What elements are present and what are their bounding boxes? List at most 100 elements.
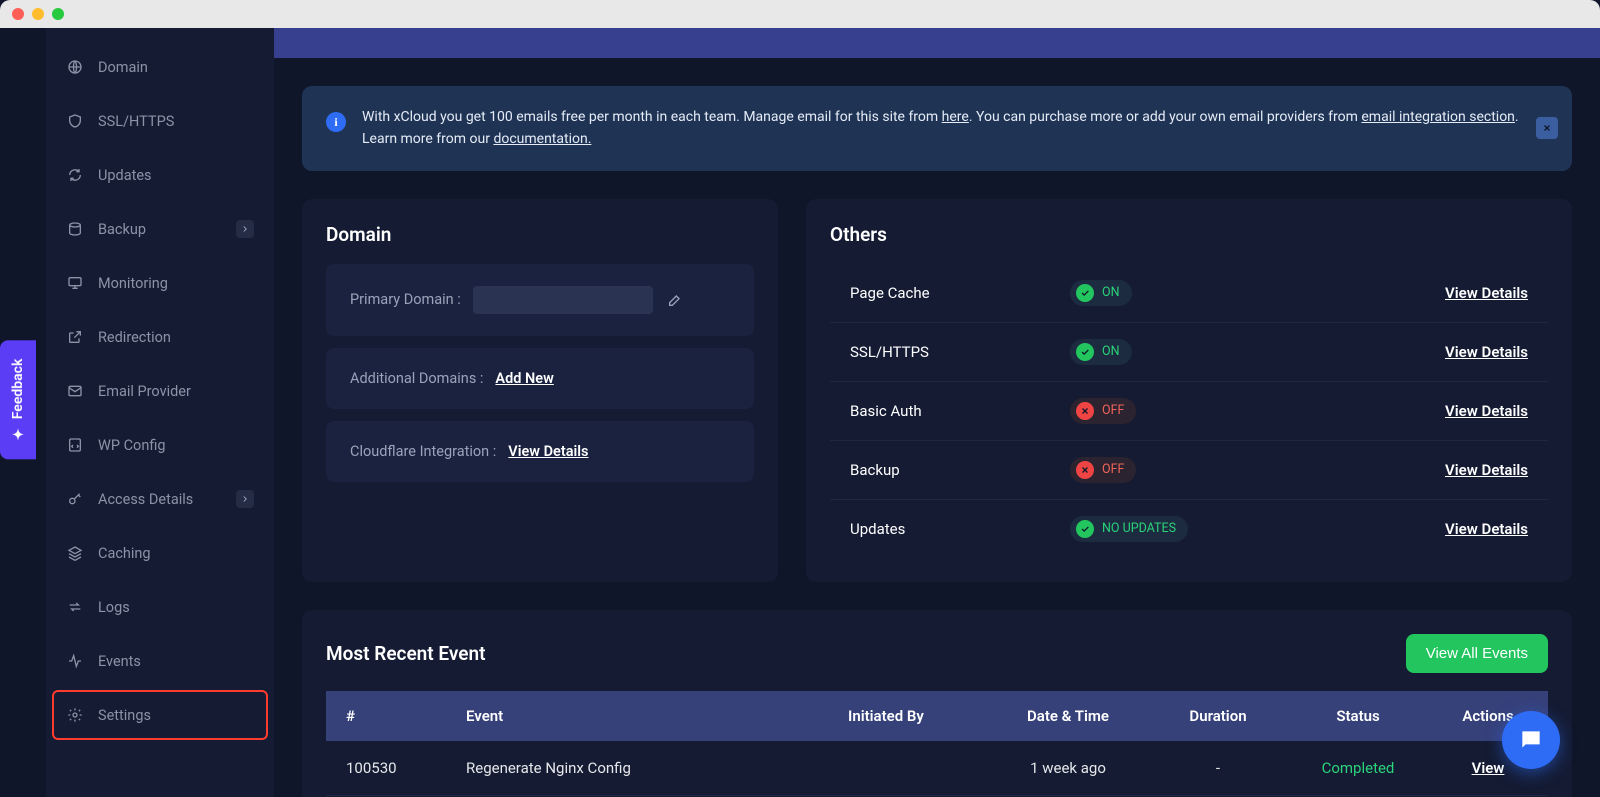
events-card: Most Recent Event View All Events # Even… [302, 610, 1572, 797]
sidebar-item-label: Access Details [98, 491, 193, 508]
main-content: With xCloud you get 100 emails free per … [274, 28, 1600, 797]
gear-icon [66, 706, 84, 724]
window-minimize-dot[interactable] [32, 8, 44, 20]
banner-link-integration[interactable]: email integration section [1361, 109, 1515, 125]
feedback-tab[interactable]: ✦ Feedback [0, 341, 36, 460]
chevron-right-icon [236, 490, 254, 508]
chat-icon [1518, 727, 1544, 753]
col-initiated-by: Initiated By [828, 691, 988, 741]
cell-duration: - [1148, 741, 1288, 796]
check-icon [1076, 284, 1094, 302]
primary-domain-label: Primary Domain : [350, 291, 461, 308]
view-details-link[interactable]: View Details [1445, 461, 1528, 479]
check-icon [1076, 520, 1094, 538]
banner-close-button[interactable] [1536, 117, 1558, 139]
view-event-link[interactable]: View [1472, 759, 1505, 777]
col-id: # [326, 691, 446, 741]
status-badge-on: ON [1070, 280, 1132, 306]
status-badge-on: ON [1070, 339, 1132, 365]
cell-when: 1 week ago [988, 741, 1148, 796]
sidebar-item-caching[interactable]: Caching [46, 526, 274, 580]
table-row: 100530 Regenerate Nginx Config 1 week ag… [326, 741, 1548, 796]
additional-domains-label: Additional Domains : [350, 370, 483, 387]
monitor-icon [66, 274, 84, 292]
others-card: Others Page Cache ON View Details SSL/HT… [806, 199, 1572, 582]
view-details-link[interactable]: View Details [1445, 520, 1528, 538]
others-row-label: SSL/HTTPS [850, 343, 1070, 361]
sidebar-item-access-details[interactable]: Access Details [46, 472, 274, 526]
banner-link-here[interactable]: here [942, 109, 969, 125]
cell-status: Completed [1288, 741, 1428, 796]
cell-by [828, 741, 988, 796]
sidebar-item-backup[interactable]: Backup [46, 202, 274, 256]
col-status: Status [1288, 691, 1428, 741]
events-table: # Event Initiated By Date & Time Duratio… [326, 691, 1548, 797]
others-row-label: Basic Auth [850, 402, 1070, 420]
view-details-link[interactable]: View Details [1445, 402, 1528, 420]
additional-domains-row: Additional Domains : Add New [326, 348, 754, 409]
sidebar: Domain SSL/HTTPS Updates Backup Monitori… [46, 28, 274, 797]
status-badge-text: ON [1102, 285, 1120, 300]
cloudflare-row: Cloudflare Integration : View Details [326, 421, 754, 482]
chevron-right-icon [236, 220, 254, 238]
close-icon [1076, 402, 1094, 420]
sidebar-item-label: Settings [98, 707, 151, 724]
col-datetime: Date & Time [988, 691, 1148, 741]
close-icon [1076, 461, 1094, 479]
others-row-page-cache: Page Cache ON View Details [830, 264, 1548, 323]
view-details-link[interactable]: View Details [1445, 284, 1528, 302]
others-row-label: Page Cache [850, 284, 1070, 302]
sidebar-item-email-provider[interactable]: Email Provider [46, 364, 274, 418]
sidebar-item-events[interactable]: Events [46, 634, 274, 688]
others-row-basic-auth: Basic Auth OFF View Details [830, 382, 1548, 441]
sidebar-item-redirection[interactable]: Redirection [46, 310, 274, 364]
banner-text-part: With xCloud you get 100 emails free per … [362, 109, 942, 125]
events-card-title: Most Recent Event [326, 642, 486, 665]
window-maximize-dot[interactable] [52, 8, 64, 20]
domain-card: Domain Primary Domain : Additional Domai… [302, 199, 778, 582]
sidebar-item-label: Domain [98, 59, 148, 76]
sidebar-item-settings[interactable]: Settings [52, 690, 268, 740]
cloudflare-view-details-link[interactable]: View Details [508, 443, 588, 460]
sidebar-item-label: SSL/HTTPS [98, 113, 174, 130]
view-details-link[interactable]: View Details [1445, 343, 1528, 361]
sidebar-item-updates[interactable]: Updates [46, 148, 274, 202]
view-all-events-button[interactable]: View All Events [1406, 634, 1548, 673]
file-code-icon [66, 436, 84, 454]
top-accent-strip [274, 28, 1600, 58]
info-icon [326, 112, 346, 132]
sidebar-item-logs[interactable]: Logs [46, 580, 274, 634]
sidebar-item-label: WP Config [98, 437, 166, 454]
sidebar-item-domain[interactable]: Domain [46, 40, 274, 94]
sidebar-item-label: Monitoring [98, 275, 168, 292]
globe-icon [66, 58, 84, 76]
others-row-updates: Updates NO UPDATES View Details [830, 500, 1548, 558]
status-badge-text: OFF [1102, 403, 1124, 418]
others-row-label: Updates [850, 520, 1070, 538]
add-new-link[interactable]: Add New [495, 370, 553, 387]
sidebar-item-label: Events [98, 653, 141, 670]
sidebar-item-label: Email Provider [98, 383, 191, 400]
sidebar-item-label: Caching [98, 545, 151, 562]
edit-icon[interactable] [667, 292, 683, 308]
col-event: Event [446, 691, 828, 741]
sidebar-item-ssl[interactable]: SSL/HTTPS [46, 94, 274, 148]
status-badge-text: NO UPDATES [1102, 521, 1176, 536]
status-badge-text: OFF [1102, 462, 1124, 477]
info-banner: With xCloud you get 100 emails free per … [302, 86, 1572, 171]
status-badge-off: OFF [1070, 457, 1136, 483]
external-link-icon [66, 328, 84, 346]
sidebar-item-label: Logs [98, 599, 130, 616]
check-icon [1076, 343, 1094, 361]
cell-event: Regenerate Nginx Config [446, 741, 828, 796]
window-close-dot[interactable] [12, 8, 24, 20]
sidebar-item-wp-config[interactable]: WP Config [46, 418, 274, 472]
chat-fab[interactable] [1502, 711, 1560, 769]
activity-icon [66, 652, 84, 670]
others-row-ssl: SSL/HTTPS ON View Details [830, 323, 1548, 382]
mail-icon [66, 382, 84, 400]
cell-id: 100530 [326, 741, 446, 796]
sidebar-item-monitoring[interactable]: Monitoring [46, 256, 274, 310]
shield-icon [66, 112, 84, 130]
banner-link-docs[interactable]: documentation. [493, 131, 591, 147]
